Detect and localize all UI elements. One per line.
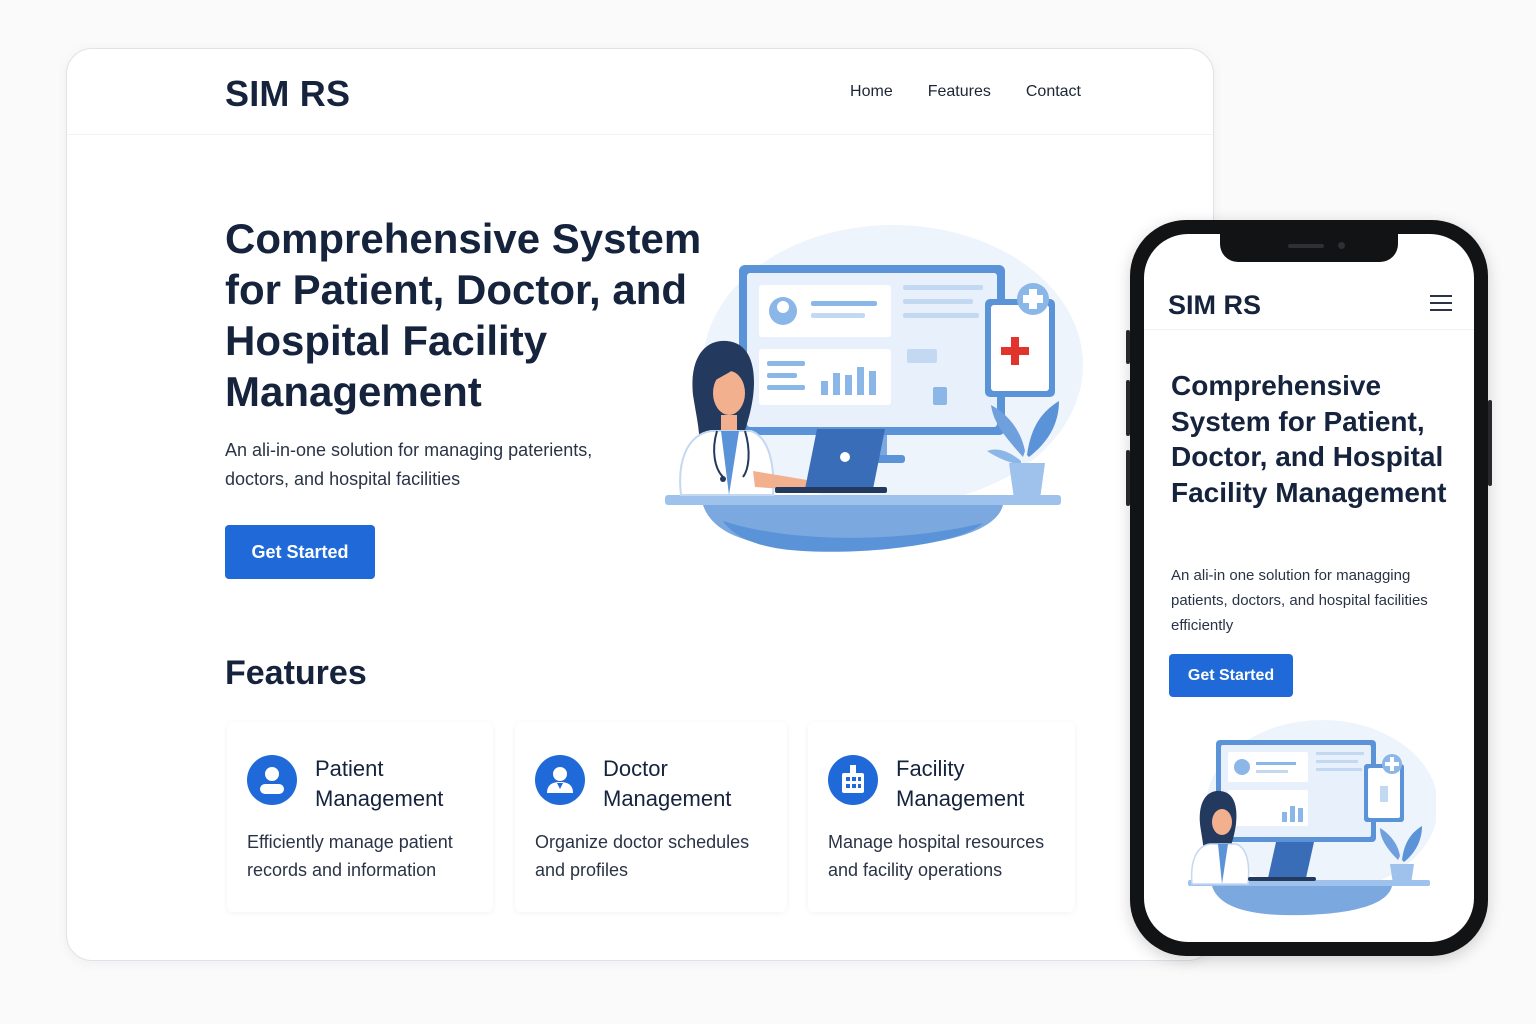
feature-card-facility[interactable]: Facility Management Manage hospital reso…: [808, 722, 1075, 912]
hero-subtitle: An ali-in-one solution for managing pate…: [225, 440, 593, 489]
phone-side-button: [1126, 450, 1130, 506]
mobile-screen: SIM RS Comprehensive System for Patient,…: [1144, 234, 1474, 942]
main-nav: Home Features Contact: [850, 83, 1081, 101]
hamburger-menu-icon[interactable]: [1430, 295, 1452, 311]
feature-card-doctor[interactable]: Doctor Management Organize doctor schedu…: [515, 722, 787, 912]
feature-card-patient[interactable]: Patient Management Efficiently manage pa…: [227, 722, 493, 912]
feature-card-description: Organize doctor schedules and profiles: [535, 832, 750, 880]
mobile-phone-frame: SIM RS Comprehensive System for Patient,…: [1126, 220, 1492, 956]
speaker-grille: [1288, 244, 1324, 248]
phone-power-button: [1488, 400, 1492, 486]
feature-card-title: Patient Management: [315, 756, 444, 811]
mobile-doctor-illustration: [1188, 720, 1436, 916]
feature-card-description: Manage hospital resources and facility o…: [828, 832, 1045, 880]
get-started-button[interactable]: Get Started: [225, 525, 375, 579]
mobile-hero-title: Comprehensive System for Patient, Doctor…: [1171, 370, 1447, 508]
mobile-hero-subtitle: An ali-in one solution for managging pat…: [1171, 567, 1428, 634]
mobile-site-logo[interactable]: SIM RS: [1168, 290, 1261, 321]
feature-card-title: Doctor Management: [603, 756, 732, 811]
nav-link-home[interactable]: Home: [850, 83, 893, 101]
phone-side-button: [1126, 330, 1130, 364]
doctor-icon: [535, 755, 585, 805]
hospital-building-icon: [828, 755, 878, 805]
phone-side-button: [1126, 380, 1130, 436]
doctor-at-desk-illustration: [665, 225, 1083, 552]
nav-link-contact[interactable]: Contact: [1026, 83, 1081, 101]
front-camera: [1338, 242, 1345, 249]
user-icon: [247, 755, 297, 805]
nav-link-features[interactable]: Features: [928, 83, 991, 101]
feature-card-description: Efficiently manage patient records and i…: [247, 832, 453, 880]
features-heading: Features: [225, 654, 367, 692]
mobile-get-started-button[interactable]: Get Started: [1169, 654, 1293, 697]
phone-notch: [1220, 234, 1398, 262]
site-logo[interactable]: SIM RS: [225, 73, 350, 115]
feature-card-title: Facility Management: [896, 756, 1025, 811]
desktop-browser-frame: SIM RS Home Features Contact Comprehensi…: [66, 48, 1214, 961]
site-header: SIM RS Home Features Contact: [67, 49, 1213, 135]
